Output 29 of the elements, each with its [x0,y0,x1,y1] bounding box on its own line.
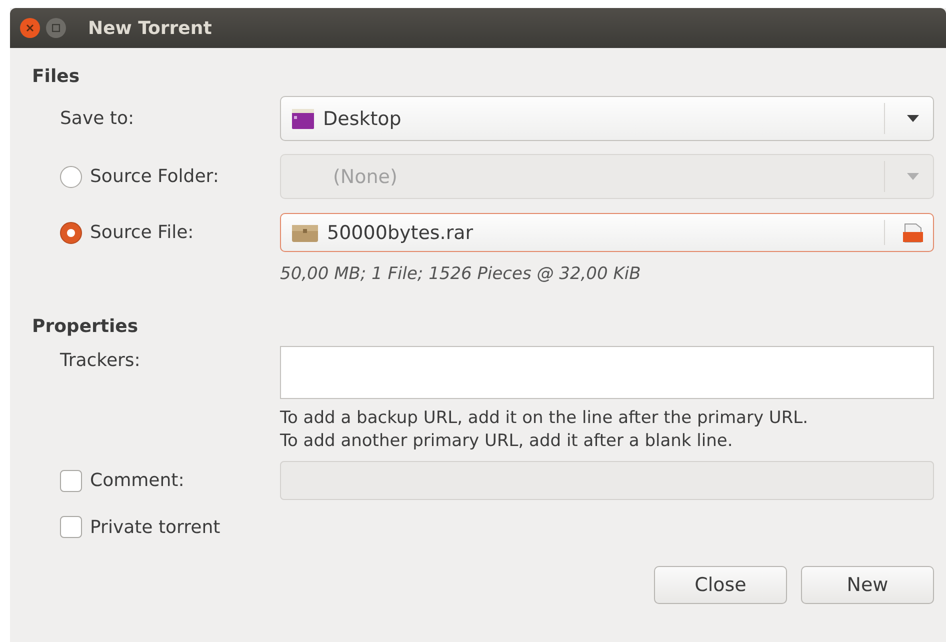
trackers-field[interactable] [280,346,934,399]
dropdown-arrow-icon [907,115,919,122]
folder-icon [902,222,924,242]
maximize-button[interactable] [46,18,66,38]
hint-text: To add another primary URL, add it after a blank line. [280,430,734,453]
checkbox[interactable] [60,516,82,538]
field-label: Trackers: [60,350,140,371]
checkbox-label: Private torrent [90,516,220,538]
desktop-icon [291,108,315,130]
section-heading: Files [32,66,81,89]
radio-button[interactable] [60,222,82,244]
file-summary: 50,00 MB; 1 File; 1526 Pieces @ 32,00 KiB [279,263,642,286]
radio-label: Source File: [90,222,194,243]
file-chooser-button[interactable]: 50000bytes.rar [280,213,934,252]
close-icon [26,24,34,32]
section-heading: Properties [32,316,140,339]
dropdown[interactable]: Desktop [280,96,934,141]
field-label: Save to: [60,108,134,129]
package-icon [291,222,319,242]
dialog-button[interactable]: New [801,566,934,604]
hint-text: To add a backup URL, add it on the line after the primary URL. [280,407,810,430]
checkbox-label: Comment: [90,470,184,491]
dialog-button[interactable]: Close [654,566,787,604]
dropdown: (None) [280,154,934,199]
dropdown-arrow-icon [907,173,919,180]
checkbox[interactable] [60,470,82,492]
window-title: New Torrent [88,18,212,38]
radio-label: Source Folder: [90,166,219,187]
close-button[interactable] [20,18,40,38]
